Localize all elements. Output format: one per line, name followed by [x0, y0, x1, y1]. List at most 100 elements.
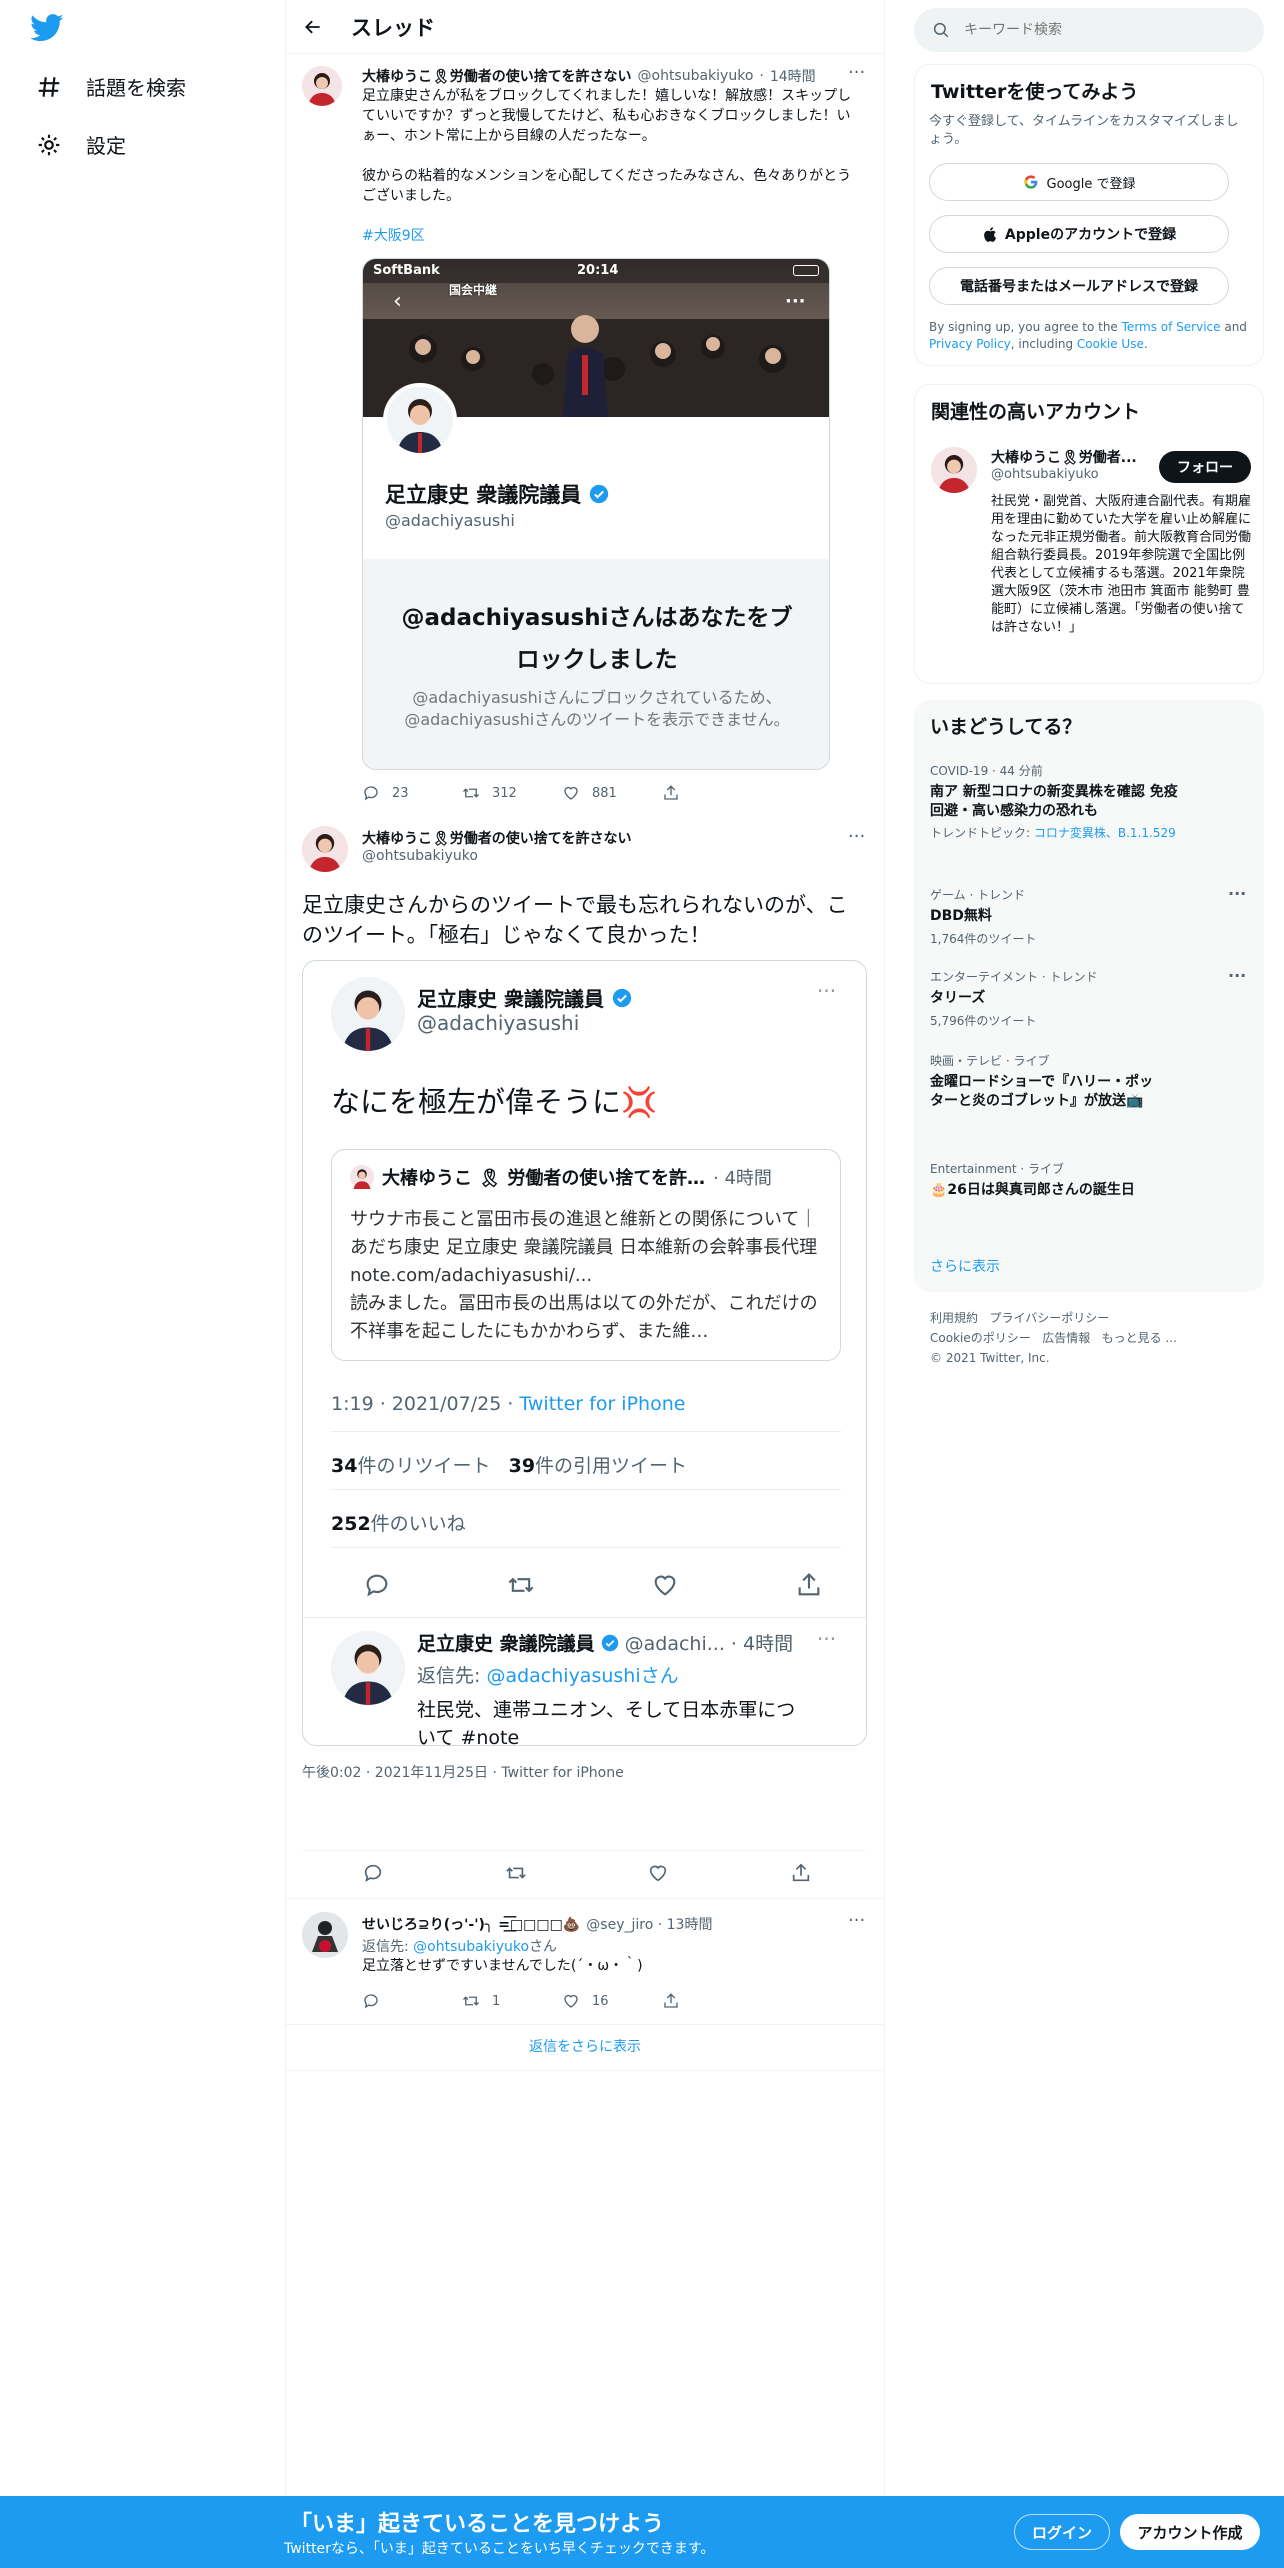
page-title: スレッド [351, 15, 435, 40]
image-reply-text-2: いて #note [417, 1727, 520, 1745]
retweet-button[interactable]: 1 [462, 1992, 562, 2010]
footer-link[interactable]: Cookieのポリシー [930, 1331, 1031, 1345]
tweet-time[interactable]: 14時間 [770, 66, 816, 86]
login-button[interactable]: ログイン [1014, 2514, 1110, 2550]
footer-link[interactable]: プライバシーポリシー [989, 1311, 1109, 1325]
trend-item[interactable]: ゲーム · トレンド DBD無料 1,764件のツイート [930, 886, 1180, 947]
privacy-link[interactable]: Privacy Policy [929, 337, 1011, 351]
avatar[interactable] [302, 1912, 348, 1958]
reply-button[interactable]: 23 [362, 784, 462, 802]
tweet-timestamp[interactable]: 午後0:02 · 2021年11月25日 · Twitter for iPhon… [302, 1762, 624, 1782]
reply-button[interactable] [362, 1862, 384, 1884]
profile-name: 足立康史 衆議院議員 [385, 483, 582, 507]
author-name[interactable]: 大椿ゆうこ🎗労働者の使い捨てを許さない [362, 66, 632, 86]
author-name[interactable]: せいじろ⊇り(っ'-')╮ =͟͟͞͞□□□□💩 [362, 1914, 580, 1934]
sidebar-item-explore[interactable]: 話題を検索 [36, 72, 186, 101]
retweet-button[interactable]: 312 [462, 784, 562, 802]
author-handle[interactable]: @sey_jiro · 13時間 [586, 1914, 712, 1934]
cookie-link[interactable]: Cookie Use [1077, 337, 1144, 351]
reply-button[interactable] [362, 1992, 462, 2010]
twitter-logo-icon[interactable] [30, 14, 64, 42]
signup-button[interactable]: アカウント作成 [1120, 2514, 1260, 2550]
image-timestamp: 1:19 · 2021/07/25 · Twitter for iPhone [331, 1393, 686, 1415]
quoted-time: · 4時間 [713, 1168, 772, 1189]
verified-badge-icon [601, 1634, 618, 1651]
show-more-trends[interactable]: さらに表示 [930, 1256, 1000, 1276]
tweet-actions: 23 312 881 [362, 784, 762, 802]
heart-icon [564, 786, 578, 800]
quoted-tweet: 大椿ゆうこ 🎗 労働者の使い捨てを許… · 4時間 サウナ市長こと冨田市長の進退… [331, 1149, 841, 1361]
footer-link[interactable]: 利用規約 [930, 1311, 978, 1325]
bottom-signup-bar: 「いま」起きていることを見つけよう Twitterなら、「いま」起きていることを… [0, 2496, 1284, 2568]
retweet-button[interactable] [505, 1862, 527, 1884]
reply-icon [364, 786, 378, 801]
related-accounts-panel: 関連性の高いアカウント 大椿ゆうこ🎗労働者... @ohtsubakiyuko … [914, 384, 1264, 684]
account-name[interactable]: 大椿ゆうこ🎗労働者... [991, 447, 1151, 467]
more-icon[interactable]: ··· [848, 1910, 865, 1931]
trend-item[interactable]: COVID-19 · 44 分前 南ア 新型コロナの新変異株を確認 免疫回避・高… [930, 762, 1180, 841]
image-reply-header: 足立康史 衆議院議員 @adachi... · 4時間 [417, 1633, 794, 1655]
search-icon [933, 22, 949, 38]
like-button[interactable]: 16 [562, 1992, 662, 2010]
trends-panel: いまどうしてる？ COVID-19 · 44 分前 南ア 新型コロナの新変異株を… [914, 700, 1264, 1292]
verified-badge-icon [590, 484, 609, 504]
trend-item[interactable]: エンターテイメント · トレンド タリーズ 5,796件のツイート [930, 968, 1180, 1029]
retweet-count: 1 [492, 1993, 501, 2009]
author-name[interactable]: 大椿ゆうこ🎗労働者の使い捨てを許さない [362, 828, 632, 848]
like-button[interactable]: 881 [562, 784, 662, 802]
gear-icon [38, 134, 60, 155]
search-input[interactable] [964, 22, 1224, 38]
avatar[interactable] [302, 66, 342, 106]
share-button[interactable] [662, 784, 762, 802]
trend-item[interactable]: Entertainment · ライブ 🎂26日は與真司郎さんの誕生日 [930, 1160, 1230, 1200]
show-more-replies[interactable]: 返信をさらに表示 [286, 2036, 884, 2056]
footer-link[interactable]: もっと見る ... [1102, 1331, 1177, 1345]
more-icon[interactable]: ··· [848, 62, 865, 83]
hashtag-link[interactable]: #大阪9区 [362, 226, 425, 246]
left-sidebar: 話題を検索 設定 [0, 0, 285, 2568]
sidebar-item-label: 設定 [86, 134, 126, 158]
back-arrow-icon[interactable] [303, 17, 323, 37]
author-handle[interactable]: @ohtsubakiyuko [638, 68, 754, 84]
chevron-left-icon: ‹ [393, 289, 402, 314]
reply-count: 23 [392, 785, 409, 801]
profile-avatar [383, 383, 457, 457]
retweet-icon [463, 788, 479, 798]
image-name: 足立康史 衆議院議員 [417, 987, 604, 1011]
phone-email-signup-button[interactable]: 電話番号またはメールアドレスで登録 [929, 267, 1229, 305]
footer-links: 利用規約 プライバシーポリシー Cookieのポリシー 広告情報 もっと見る .… [930, 1311, 1177, 1365]
tweet-image[interactable]: SoftBank 20:14 国会中継 ‹ ··· 足立康史 衆議院議員 @ad… [362, 258, 830, 770]
more-icon[interactable]: ··· [1228, 884, 1246, 903]
search-bar[interactable] [914, 8, 1264, 52]
profile-handle: @adachiyasushi [385, 511, 515, 530]
tos-link[interactable]: Terms of Service [1122, 320, 1221, 334]
signup-panel: Twitterを使ってみよう 今すぐ登録して、タイムラインをカスタマイズしましょ… [914, 64, 1264, 366]
share-button[interactable] [790, 1862, 812, 1884]
avatar[interactable] [931, 447, 977, 493]
reply-icon [364, 1994, 378, 2009]
share-button[interactable] [662, 1992, 762, 2010]
more-icon[interactable]: ··· [1228, 966, 1246, 985]
reply-to-link[interactable]: @ohtsubakiyuko [413, 1939, 529, 1955]
tweet-text: 足立康史さんが私をブロックしてくれました！嬉しいな！解放感！スキップしていいです… [362, 88, 852, 204]
footer-link[interactable]: 広告情報 [1042, 1331, 1090, 1345]
signup-title: Twitterを使ってみよう [931, 81, 1139, 103]
battery-icon [793, 265, 819, 276]
blocked-notice: @adachiyasushiさんはあなたをブロックしました @adachiyas… [363, 559, 829, 769]
follow-button[interactable]: フォロー [1159, 451, 1251, 483]
avatar[interactable] [302, 826, 348, 872]
sidebar-item-settings[interactable]: 設定 [36, 130, 126, 159]
like-count: 16 [592, 1993, 609, 2009]
blocked-title: @adachiyasushiさんはあなたをブロックしました [401, 605, 793, 673]
sidebar-item-label: 話題を検索 [86, 76, 186, 100]
account-handle[interactable]: @ohtsubakiyuko [991, 467, 1099, 482]
apple-signup-button[interactable]: Appleのアカウントで登録 [929, 215, 1229, 253]
like-button[interactable] [647, 1862, 669, 1884]
tweet-image[interactable]: 足立康史 衆議院議員 @adachiyasushi ··· なにを極左が偉そうに… [302, 960, 867, 1746]
thread-header: スレッド [285, 0, 885, 54]
author-handle[interactable]: @ohtsubakiyuko [362, 848, 478, 864]
google-signup-button[interactable]: Google で登録 [929, 163, 1229, 201]
more-icon[interactable]: ··· [848, 826, 865, 847]
trend-item[interactable]: 映画・テレビ · ライブ 金曜ロードショーで『ハリー・ポッターと炎のゴブレット』… [930, 1052, 1166, 1111]
more-icon: ··· [785, 291, 806, 312]
